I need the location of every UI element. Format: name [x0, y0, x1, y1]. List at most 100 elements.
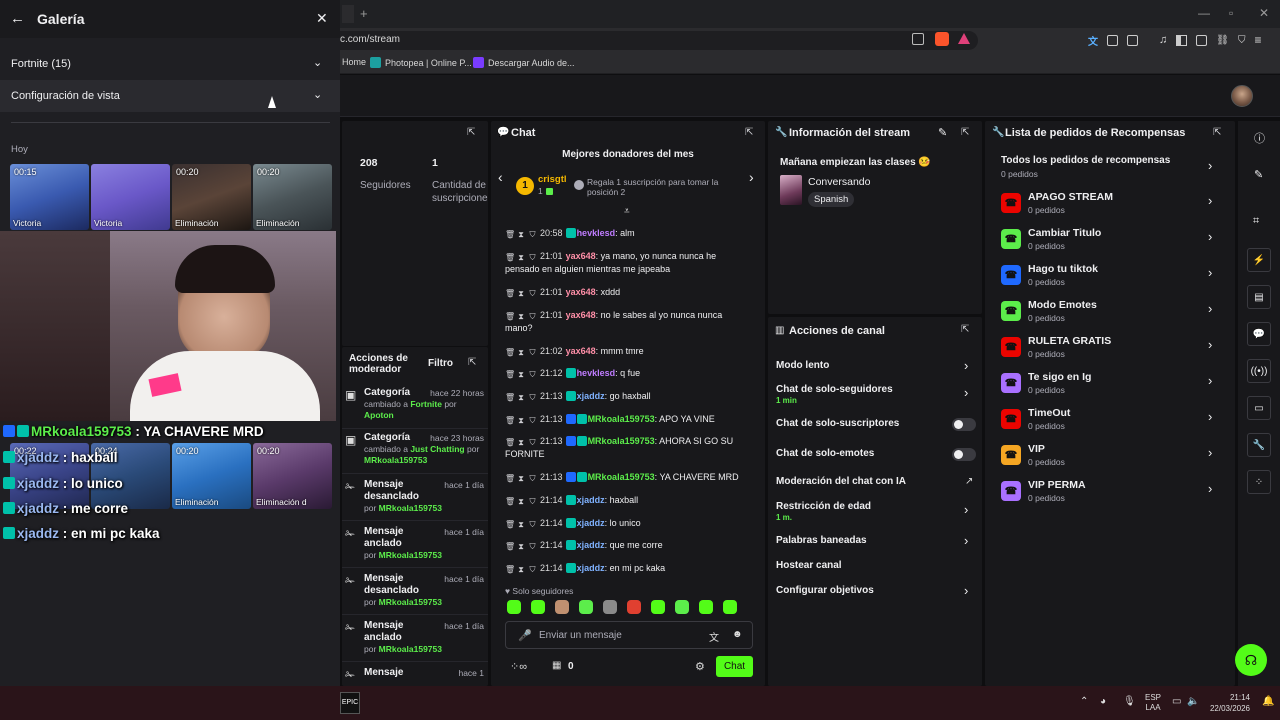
tools-icon[interactable]: 🔧: [1247, 433, 1271, 457]
translate-icon[interactable]: 文: [709, 629, 719, 644]
clock[interactable]: 21:14 22/03/2026: [1206, 692, 1250, 714]
timeout-icon[interactable]: ⧗: [517, 563, 526, 574]
maximize-icon[interactable]: ▫: [1229, 6, 1233, 20]
popout-icon[interactable]: ⇱: [961, 127, 969, 138]
menu-icon[interactable]: ≡: [1254, 33, 1261, 47]
url-field[interactable]: c.com/stream: [330, 31, 978, 50]
document-icon[interactable]: ▤: [1247, 285, 1271, 309]
emoji-icon[interactable]: ☻: [732, 629, 743, 640]
mod-action-item[interactable]: ▣ Categoría hace 23 horas cambiado a Just C…: [342, 430, 488, 474]
donors-prev-icon[interactable]: ‹: [498, 169, 503, 185]
info-icon[interactable]: ⓘ: [1254, 130, 1265, 146]
mod-action-item[interactable]: ✁ Mensaje desanclado hace 1 día por MRkoala…: [342, 571, 488, 615]
volume-icon[interactable]: 🔈: [1187, 696, 1199, 707]
layout-icon[interactable]: ▭: [1247, 396, 1271, 420]
notifications-icon[interactable]: 🔔: [1262, 696, 1274, 707]
music-icon[interactable]: ♫: [1159, 34, 1167, 46]
keyboard-language[interactable]: ESP LAA: [1145, 693, 1161, 713]
chat-username[interactable]: yax648: [566, 287, 596, 297]
timeout-icon[interactable]: ⧗: [517, 472, 526, 483]
reward-item[interactable]: ☎ VIP PERMA 0 pedidos ›: [1001, 479, 1223, 509]
chat-username[interactable]: xjaddz: [577, 540, 605, 550]
ban-shield-icon[interactable]: ⛉: [528, 368, 537, 379]
chat-username[interactable]: xjaddz: [577, 391, 605, 401]
chat-username[interactable]: xjaddz: [577, 495, 605, 505]
chevron-right-icon[interactable]: ›: [964, 502, 968, 517]
chevron-right-icon[interactable]: ›: [964, 358, 968, 373]
mod-action-item[interactable]: ✁ Mensaje desanclado hace 1 día por MRkoala…: [342, 477, 488, 521]
emote-icon[interactable]: [651, 600, 665, 614]
filter-button[interactable]: Filtro: [428, 358, 453, 369]
edit-pencil-icon[interactable]: ✎: [938, 126, 947, 139]
timeout-icon[interactable]: ⧗: [517, 346, 526, 357]
ban-shield-icon[interactable]: ⛉: [528, 391, 537, 402]
support-headset-icon[interactable]: ☊: [1235, 644, 1267, 676]
delete-icon[interactable]: 🗑: [505, 518, 515, 529]
translate-extension-icon[interactable]: 文: [1088, 33, 1098, 48]
wallet-icon[interactable]: [1196, 34, 1208, 46]
chat-username[interactable]: MRkoala159753: [588, 436, 655, 446]
ban-shield-icon[interactable]: ⛉: [528, 287, 537, 298]
chat-username[interactable]: yax648: [566, 346, 596, 356]
delete-icon[interactable]: 🗑: [505, 391, 515, 402]
ban-shield-icon[interactable]: ⛉: [528, 540, 537, 551]
close-icon[interactable]: ✕: [316, 10, 328, 27]
puzzle-extension-icon[interactable]: [1107, 34, 1118, 46]
lightning-icon[interactable]: ⚡: [1247, 248, 1271, 272]
category-thumbnail[interactable]: [780, 175, 802, 205]
popout-icon[interactable]: ⇱: [745, 127, 753, 138]
avatar[interactable]: [1231, 85, 1253, 107]
delete-icon[interactable]: 🗑: [505, 495, 515, 506]
emote-icon[interactable]: [603, 600, 617, 614]
channel-action-item[interactable]: Hostear canal: [776, 560, 976, 584]
bookmark-descargar-audio[interactable]: Descargar Audio de...: [473, 57, 575, 68]
epic-games-icon[interactable]: EPIC: [340, 692, 360, 714]
broadcast-icon[interactable]: ((•)): [1247, 359, 1271, 383]
reward-item[interactable]: ☎ Modo Emotes 0 pedidos ›: [1001, 299, 1223, 329]
clip-thumbnail[interactable]: 00:15 Victoria: [10, 164, 89, 230]
ban-shield-icon[interactable]: ⛉: [528, 518, 537, 529]
edit-icon[interactable]: ✎: [1254, 168, 1263, 181]
delete-icon[interactable]: 🗑: [505, 287, 515, 298]
emote-icon[interactable]: [531, 600, 545, 614]
delete-icon[interactable]: 🗑: [505, 472, 515, 483]
emote-icon[interactable]: [675, 600, 689, 614]
timeout-icon[interactable]: ⧗: [517, 368, 526, 379]
delete-icon[interactable]: 🗑: [505, 346, 515, 357]
chat-username[interactable]: xjaddz: [577, 563, 605, 573]
reward-item[interactable]: ☎ APAGO STREAM 0 pedidos ›: [1001, 191, 1223, 221]
delete-icon[interactable]: 🗑: [505, 368, 515, 379]
store-icon[interactable]: ▦: [552, 660, 561, 671]
chat-username[interactable]: hevklesd: [577, 368, 616, 378]
delete-icon[interactable]: 🗑: [505, 540, 515, 551]
brave-rewards-icon[interactable]: [958, 33, 970, 44]
ban-shield-icon[interactable]: ⛉: [528, 228, 537, 239]
ban-shield-icon[interactable]: ⛉: [528, 346, 537, 357]
chat-username[interactable]: hevklesd: [577, 228, 616, 238]
delete-icon[interactable]: 🗑: [505, 228, 515, 239]
emote-icon[interactable]: [627, 600, 641, 614]
timeout-icon[interactable]: ⧗: [517, 436, 526, 447]
vpn-shield-icon[interactable]: ⛉: [1238, 35, 1246, 46]
new-tab-icon[interactable]: +: [360, 6, 368, 21]
emote-icon[interactable]: [699, 600, 713, 614]
screenshot-extension-icon[interactable]: [1127, 34, 1138, 46]
chat-username[interactable]: yax648: [566, 310, 596, 320]
timeout-icon[interactable]: ⧗: [517, 310, 526, 321]
bookmark-photopea[interactable]: Photopea | Online P...: [370, 57, 472, 68]
clip-thumbnail[interactable]: 00:20 Eliminación: [172, 443, 251, 509]
points-icon[interactable]: ⁘∞: [510, 660, 527, 673]
ban-shield-icon[interactable]: ⛉: [528, 251, 537, 262]
send-chat-button[interactable]: Chat: [716, 656, 753, 677]
emote-icon[interactable]: [723, 600, 737, 614]
channel-action-item[interactable]: Configurar objetivos ›: [776, 583, 976, 609]
timeout-icon[interactable]: ⧗: [517, 414, 526, 425]
sidebar-toggle-icon[interactable]: [1176, 34, 1188, 46]
donors-next-icon[interactable]: ›: [749, 169, 754, 185]
mod-action-item[interactable]: ✁ Mensaje anclado hace 1 día por MRkoala159…: [342, 524, 488, 568]
chevron-right-icon[interactable]: ›: [1208, 337, 1212, 352]
bookmark-home[interactable]: Home: [342, 57, 366, 67]
channel-action-item[interactable]: Chat de solo-emotes: [776, 448, 976, 472]
chevron-right-icon[interactable]: ›: [1208, 409, 1212, 424]
mod-action-item[interactable]: ✁ Mensaje anclado hace 1 día por MRkoala159…: [342, 618, 488, 662]
